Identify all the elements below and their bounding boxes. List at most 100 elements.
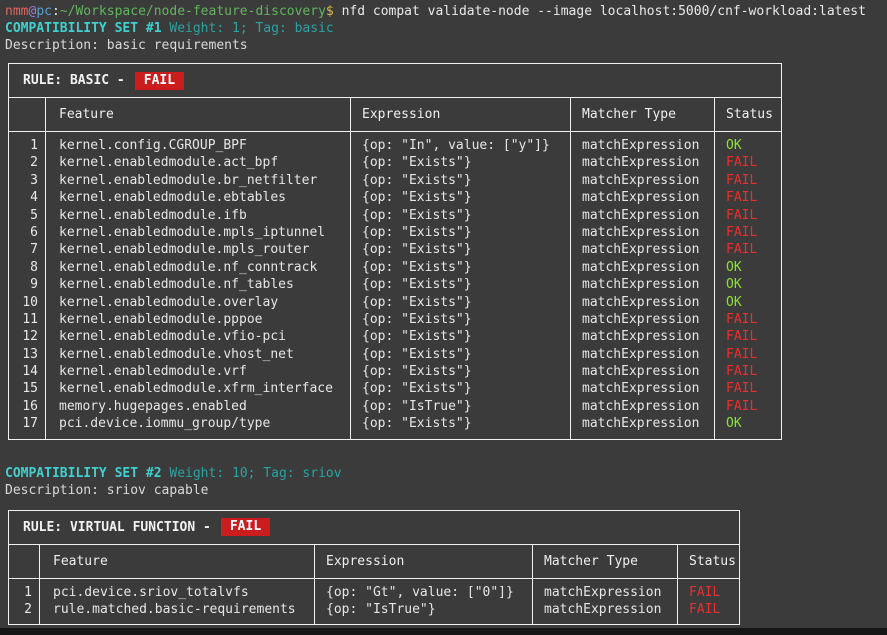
- expression-value: {op: "Exists"}: [350, 241, 570, 258]
- table-row: 7kernel.enabledmodule.mpls_router{op: "E…: [9, 241, 781, 258]
- table-row: 10kernel.enabledmodule.overlay{op: "Exis…: [9, 294, 781, 311]
- status-value: FAIL: [677, 584, 739, 601]
- table-body: 1kernel.config.CGROUP_BPF{op: "In", valu…: [9, 132, 781, 439]
- feature-value: kernel.enabledmodule.vfio-pci: [45, 328, 350, 345]
- row-number: 1: [9, 137, 45, 154]
- feature-value: kernel.enabledmodule.br_netfilter: [45, 172, 350, 189]
- set2-meta: Weight: 10; Tag: sriov: [162, 466, 342, 481]
- column-header-status: Status: [714, 107, 781, 122]
- feature-value: kernel.enabledmodule.ebtables: [45, 189, 350, 206]
- rule-header-basic: RULE: BASIC - FAIL: [9, 64, 781, 98]
- expression-value: {op: "Exists"}: [350, 172, 570, 189]
- status-value: FAIL: [714, 398, 781, 415]
- row-number: 6: [9, 224, 45, 241]
- set1-meta: Weight: 1; Tag: basic: [162, 21, 334, 36]
- status-value: FAIL: [714, 224, 781, 241]
- matcher-type-value: matchExpression: [570, 154, 714, 171]
- table-row: 1kernel.config.CGROUP_BPF{op: "In", valu…: [9, 137, 781, 154]
- set2-title: COMPATIBILITY SET #2: [5, 466, 162, 481]
- window-bottom-edge: [0, 628, 887, 635]
- feature-value: rule.matched.basic-requirements: [39, 601, 314, 618]
- feature-value: pci.device.iommu_group/type: [45, 415, 350, 432]
- table-row: 1pci.device.sriov_totalvfs{op: "Gt", val…: [9, 584, 739, 601]
- feature-value: kernel.enabledmodule.nf_tables: [45, 276, 350, 293]
- row-number: 4: [9, 189, 45, 206]
- row-number: 3: [9, 172, 45, 189]
- matcher-type-value: matchExpression: [570, 294, 714, 311]
- expression-value: {op: "Exists"}: [350, 207, 570, 224]
- table-row: 2rule.matched.basic-requirements{op: "Is…: [9, 601, 739, 618]
- table-row: 4kernel.enabledmodule.ebtables{op: "Exis…: [9, 189, 781, 206]
- row-number: 14: [9, 363, 45, 380]
- expression-value: {op: "Exists"}: [350, 328, 570, 345]
- table-row: 16memory.hugepages.enabled{op: "IsTrue"}…: [9, 398, 781, 415]
- terminal-window: nmm@pc:~/Workspace/node-feature-discover…: [0, 0, 887, 635]
- table-body: 1pci.device.sriov_totalvfs{op: "Gt", val…: [9, 579, 739, 625]
- column-header-expression: Expression: [350, 107, 570, 122]
- set2-description: Description: sriov capable: [0, 482, 887, 499]
- row-number: 17: [9, 415, 45, 432]
- status-value: FAIL: [714, 172, 781, 189]
- status-value: FAIL: [677, 601, 739, 618]
- rule-label: RULE: VIRTUAL FUNCTION -: [23, 520, 211, 535]
- status-value: FAIL: [714, 346, 781, 363]
- rule-status-badge: FAIL: [135, 72, 184, 90]
- expression-value: {op: "Exists"}: [350, 346, 570, 363]
- prompt-host: pc: [36, 4, 52, 19]
- matcher-type-value: matchExpression: [570, 328, 714, 345]
- command-text: nfd compat validate-node --image localho…: [342, 4, 866, 19]
- expression-value: {op: "IsTrue"}: [350, 398, 570, 415]
- status-value: OK: [714, 276, 781, 293]
- expression-value: {op: "Exists"}: [350, 276, 570, 293]
- feature-value: pci.device.sriov_totalvfs: [39, 584, 314, 601]
- table-row: 11kernel.enabledmodule.pppoe{op: "Exists…: [9, 311, 781, 328]
- feature-value: kernel.enabledmodule.pppoe: [45, 311, 350, 328]
- matcher-type-value: matchExpression: [570, 346, 714, 363]
- status-value: FAIL: [714, 380, 781, 397]
- column-header-expression: Expression: [314, 554, 532, 569]
- row-number: 5: [9, 207, 45, 224]
- expression-value: {op: "Exists"}: [350, 259, 570, 276]
- table-row: 5kernel.enabledmodule.ifb{op: "Exists"}m…: [9, 207, 781, 224]
- results-table-virtual-function: RULE: VIRTUAL FUNCTION - FAIL Feature Ex…: [8, 510, 740, 626]
- table-row: 8kernel.enabledmodule.nf_conntrack{op: "…: [9, 259, 781, 276]
- status-value: FAIL: [714, 241, 781, 258]
- row-number: 15: [9, 380, 45, 397]
- feature-value: kernel.enabledmodule.mpls_router: [45, 241, 350, 258]
- status-value: FAIL: [714, 189, 781, 206]
- expression-value: {op: "Gt", value: ["0"]}: [314, 584, 532, 601]
- prompt-path: ~/Workspace/node-feature-discovery: [60, 4, 326, 19]
- status-value: OK: [714, 137, 781, 154]
- expression-value: {op: "Exists"}: [350, 311, 570, 328]
- row-number: 8: [9, 259, 45, 276]
- row-number: 16: [9, 398, 45, 415]
- matcher-type-value: matchExpression: [570, 241, 714, 258]
- expression-value: {op: "Exists"}: [350, 380, 570, 397]
- expression-value: {op: "IsTrue"}: [314, 601, 532, 618]
- prompt-colon: :: [52, 4, 60, 19]
- expression-value: {op: "Exists"}: [350, 224, 570, 241]
- row-number: 13: [9, 346, 45, 363]
- expression-value: {op: "Exists"}: [350, 294, 570, 311]
- feature-value: kernel.config.CGROUP_BPF: [45, 137, 350, 154]
- status-value: OK: [714, 294, 781, 311]
- set1-heading: COMPATIBILITY SET #1 Weight: 1; Tag: bas…: [0, 20, 887, 37]
- row-number: 7: [9, 241, 45, 258]
- feature-value: kernel.enabledmodule.act_bpf: [45, 154, 350, 171]
- matcher-type-value: matchExpression: [570, 363, 714, 380]
- table-row: 3kernel.enabledmodule.br_netfilter{op: "…: [9, 172, 781, 189]
- status-value: OK: [714, 259, 781, 276]
- table-row: 13kernel.enabledmodule.vhost_net{op: "Ex…: [9, 346, 781, 363]
- row-number: 11: [9, 311, 45, 328]
- column-header-feature: Feature: [45, 107, 350, 122]
- row-number: 2: [9, 154, 45, 171]
- table-row: 12kernel.enabledmodule.vfio-pci{op: "Exi…: [9, 328, 781, 345]
- table-row: 15kernel.enabledmodule.xfrm_interface{op…: [9, 380, 781, 397]
- status-value: FAIL: [714, 328, 781, 345]
- column-header-status: Status: [677, 554, 739, 569]
- rule-status-badge: FAIL: [221, 518, 270, 536]
- set1-description: Description: basic requirements: [0, 37, 887, 54]
- prompt-dollar: $: [326, 4, 342, 19]
- set2-heading: COMPATIBILITY SET #2 Weight: 10; Tag: sr…: [0, 465, 887, 482]
- matcher-type-value: matchExpression: [570, 172, 714, 189]
